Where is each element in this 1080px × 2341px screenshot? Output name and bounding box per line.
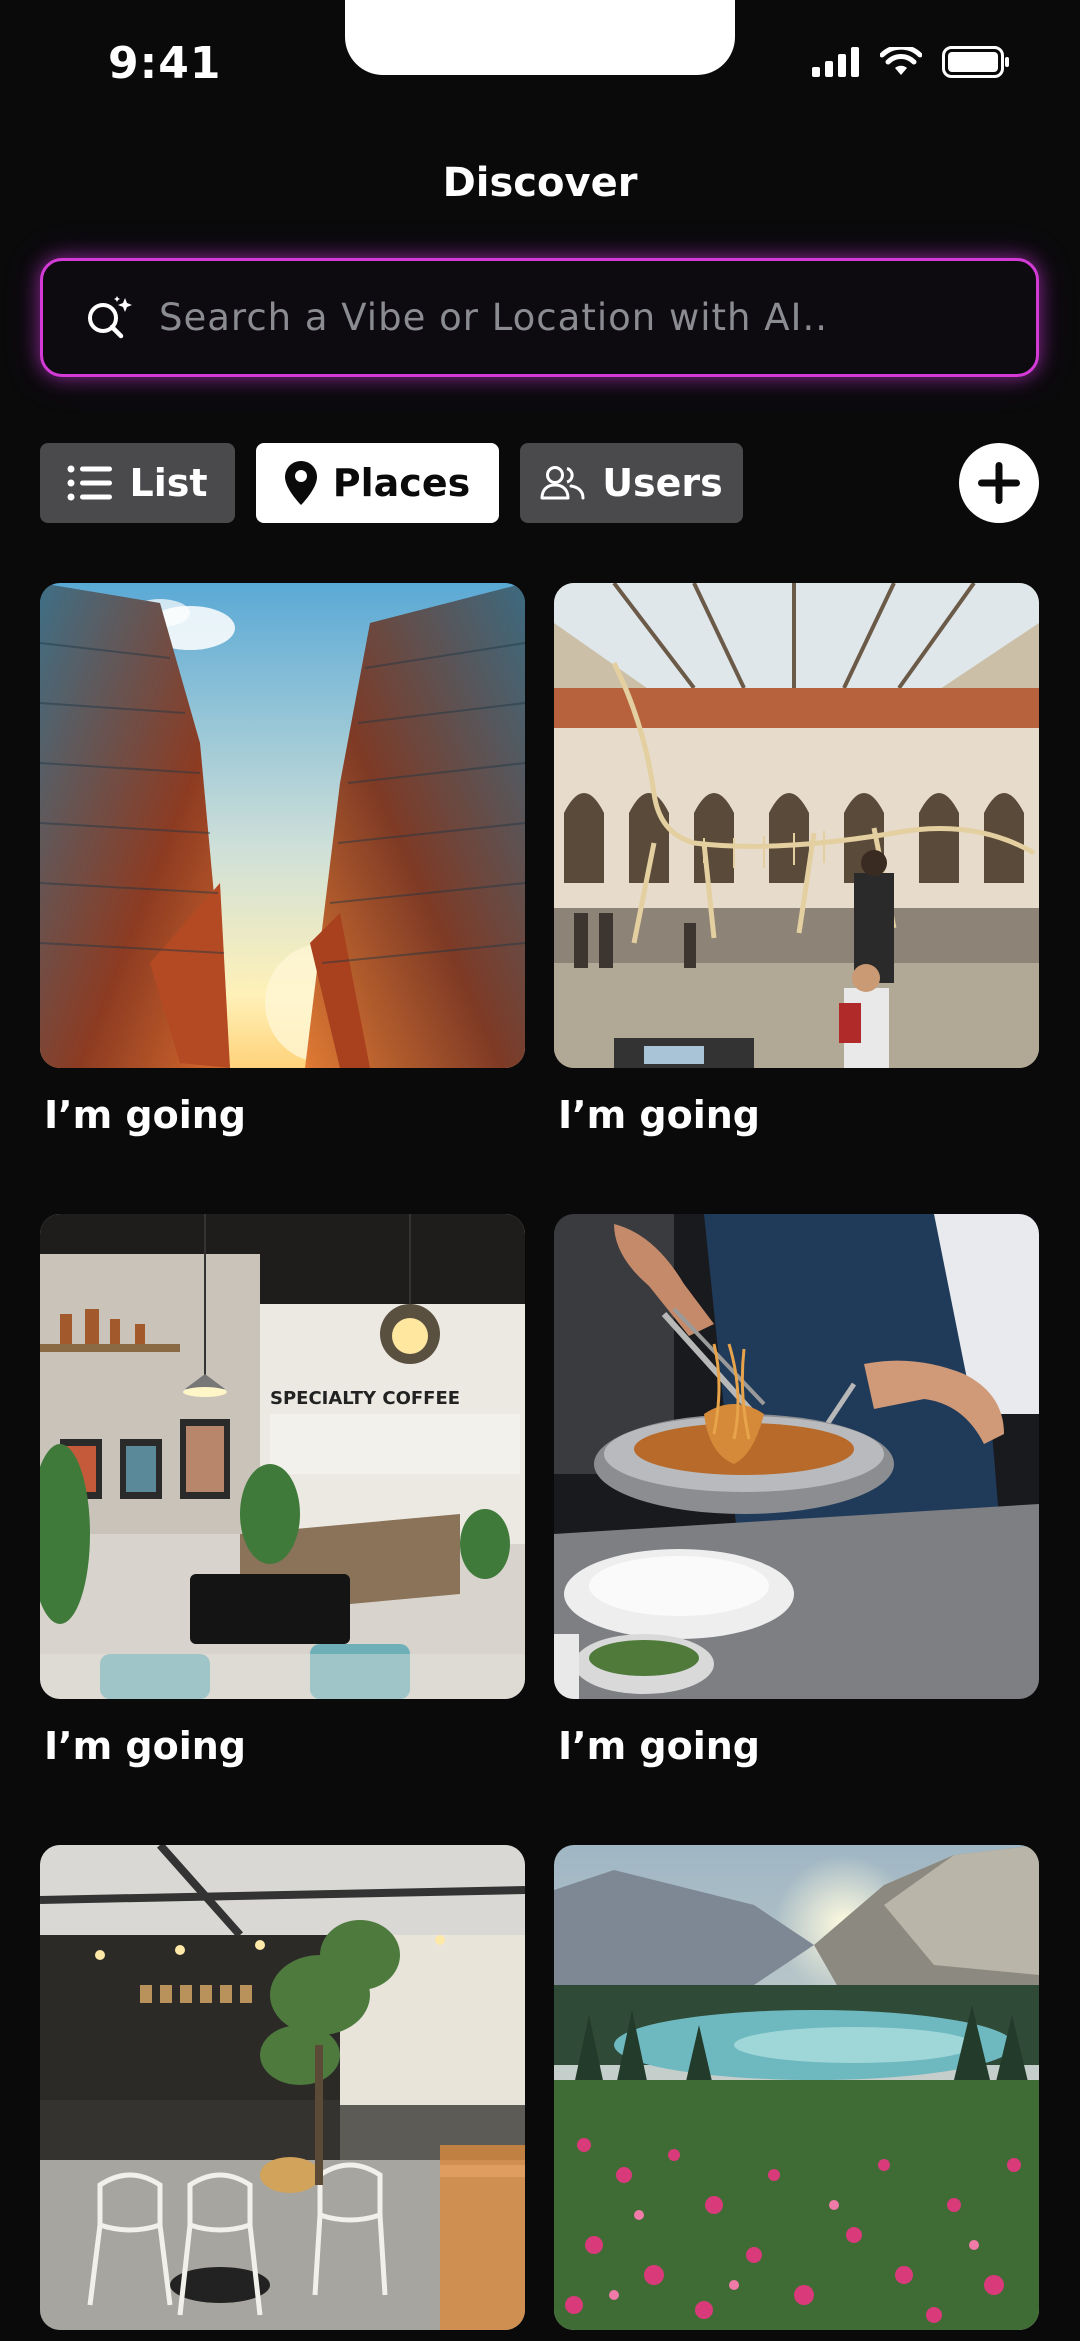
card-label: I’m going [558,1093,760,1137]
status-time: 9:41 [108,38,222,89]
place-card[interactable]: I’m going [554,1214,1039,1768]
skyscrapers-photo [40,583,525,1068]
svg-text:SPECIALTY COFFEE: SPECIALTY COFFEE [270,1388,460,1409]
museum-dinosaur-photo [554,583,1039,1068]
cellular-signal-icon [812,47,859,77]
search-input[interactable] [159,296,1036,339]
tab-places-label: Places [332,461,471,505]
plus-icon [978,462,1020,504]
notch [345,0,735,75]
cafe-interior-photo [40,1845,525,2330]
place-card[interactable] [40,1845,525,2330]
view-tabs: List Places Users [40,443,743,523]
ai-search-icon [88,295,132,338]
add-button[interactable] [959,443,1039,523]
users-icon [540,466,585,500]
wifi-icon [880,47,922,75]
place-card[interactable]: SPECIALTY COFFEE I’m going [40,1214,525,1768]
status-icons [812,46,1010,78]
chef-cooking-photo [554,1214,1039,1699]
mountain-lake-photo [554,1845,1039,2330]
tab-list[interactable]: List [40,443,235,523]
card-label: I’m going [44,1093,246,1137]
tab-places[interactable]: Places [256,443,499,523]
place-card[interactable] [554,1845,1039,2330]
battery-icon [942,46,1009,78]
coffee-shop-photo: SPECIALTY COFFEE [40,1214,525,1699]
tab-list-label: List [129,461,208,505]
tab-users-label: Users [602,461,723,505]
card-label: I’m going [558,1724,760,1768]
tab-users[interactable]: Users [520,443,743,523]
list-icon [67,465,113,501]
ai-search-bar[interactable] [40,258,1039,377]
status-bar: 9:41 [0,0,1080,130]
place-card[interactable]: I’m going [554,583,1039,1137]
place-card[interactable]: I’m going [40,583,525,1137]
card-label: I’m going [44,1724,246,1768]
map-pin-icon [284,461,317,505]
page-title: Discover [442,160,638,206]
discover-screen: 9:41 Discover Search a Vibe or Location … [0,0,1080,2341]
